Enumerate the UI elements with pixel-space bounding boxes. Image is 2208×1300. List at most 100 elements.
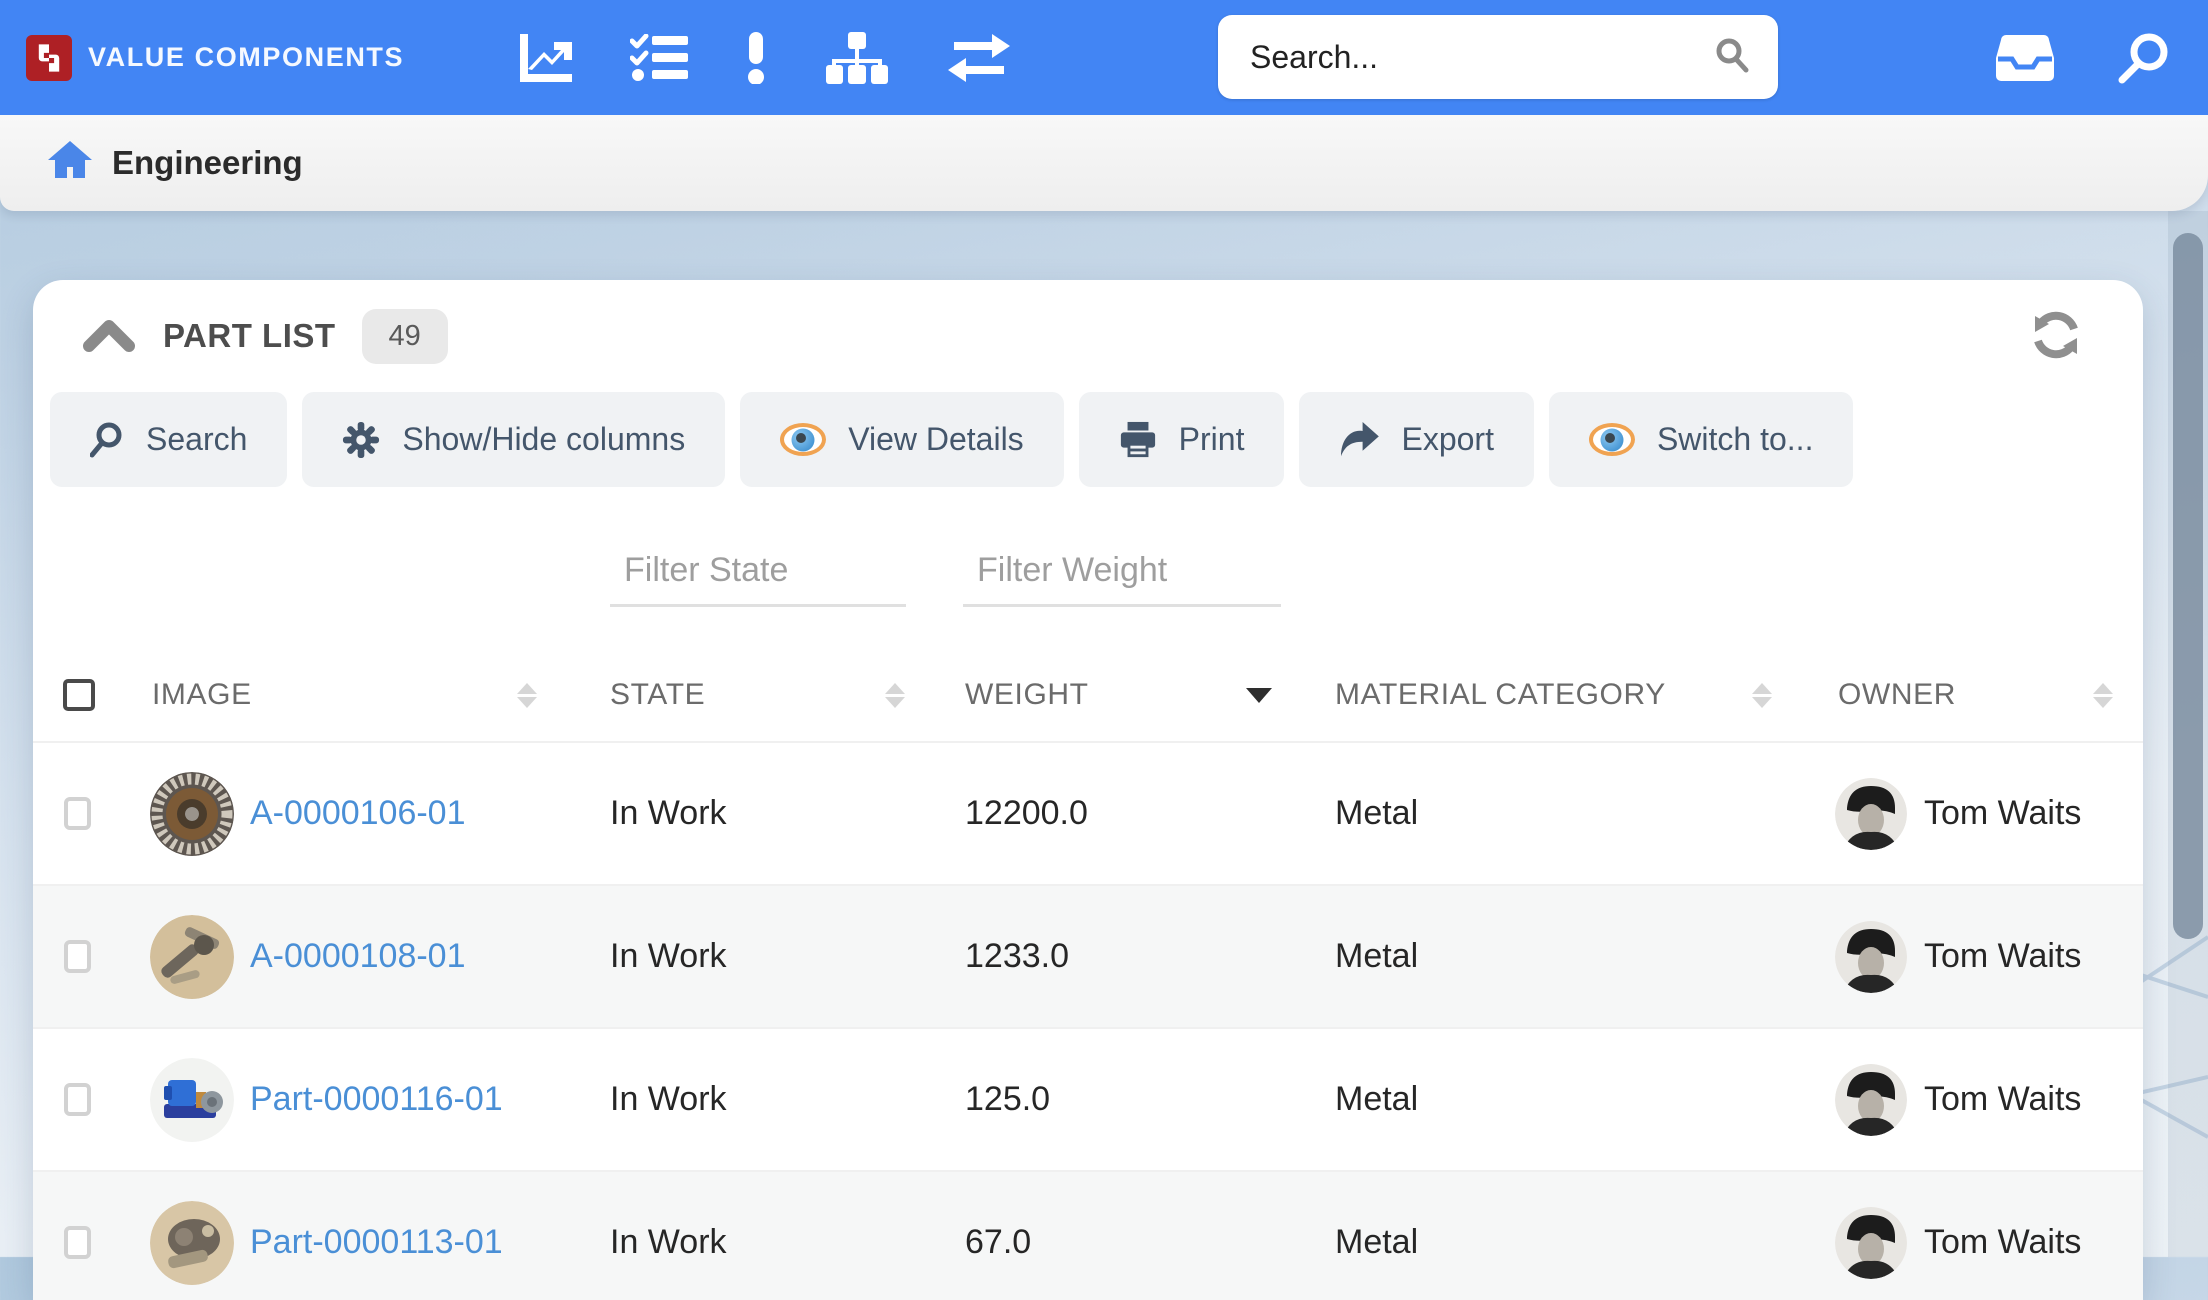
owner-avatar (1835, 1207, 1907, 1279)
chevron-up-icon[interactable] (83, 314, 135, 358)
panel-title: PART LIST (163, 317, 336, 355)
row-checkbox[interactable] (64, 797, 91, 830)
search-button[interactable]: Search (50, 392, 287, 487)
state-cell: In Work (575, 794, 935, 833)
table-row[interactable]: A-0000108-01 In Work 1233.0 Metal Tom Wa… (33, 884, 2143, 1027)
eye-icon (780, 423, 826, 456)
weight-cell: 1233.0 (935, 937, 1300, 976)
part-number-link[interactable]: Part-0000113-01 (250, 1223, 503, 1262)
part-thumbnail (150, 1058, 234, 1142)
button-label: Search (146, 421, 247, 458)
vertical-scrollbar[interactable] (2168, 211, 2208, 1257)
item-count-badge: 49 (362, 309, 448, 364)
inbox-icon[interactable] (1996, 35, 2054, 81)
exclamation-icon[interactable] (746, 32, 766, 84)
part-number-link[interactable]: A-0000106-01 (250, 794, 466, 833)
part-list-panel: PART LIST 49 Search (33, 280, 2143, 1300)
print-button[interactable]: Print (1079, 392, 1285, 487)
table-row[interactable]: A-0000106-01 In Work 12200.0 Metal Tom W… (33, 741, 2143, 884)
exchange-arrows-icon[interactable] (948, 34, 1010, 82)
export-arrow-icon (1339, 422, 1379, 458)
owner-name: Tom Waits (1924, 1223, 2081, 1262)
owner-name: Tom Waits (1924, 794, 2081, 833)
search-icon[interactable] (2118, 32, 2170, 84)
column-label: STATE (610, 678, 705, 712)
select-all-checkbox[interactable] (63, 679, 95, 711)
search-icon (90, 422, 124, 458)
export-button[interactable]: Export (1299, 392, 1533, 487)
table-row[interactable]: Part-0000116-01 In Work 125.0 Metal Tom … (33, 1027, 2143, 1170)
switch-to-button[interactable]: Switch to... (1549, 392, 1854, 487)
breadcrumb-item-label: Engineering (112, 144, 303, 182)
weight-cell: 125.0 (935, 1080, 1300, 1119)
chart-line-icon[interactable] (516, 32, 572, 84)
button-label: Switch to... (1657, 421, 1814, 458)
brand-name: VALUE COMPONENTS (88, 42, 404, 73)
refresh-icon[interactable] (2027, 306, 2085, 364)
table-row[interactable]: Part-0000113-01 In Work 67.0 Metal Tom W… (33, 1170, 2143, 1300)
button-label: Show/Hide columns (402, 421, 685, 458)
column-header-weight[interactable]: WEIGHT (935, 678, 1300, 712)
global-search-input[interactable] (1248, 38, 1714, 77)
filter-row (33, 539, 2143, 611)
sort-desc-icon[interactable] (1246, 688, 1272, 703)
column-header-material-category[interactable]: MATERIAL CATEGORY (1300, 678, 1800, 712)
topbar-tray (1996, 0, 2170, 115)
gear-icon (342, 421, 380, 459)
column-header-image[interactable]: IMAGE (120, 678, 575, 712)
column-header-owner[interactable]: OWNER (1800, 678, 2143, 712)
column-header-state[interactable]: STATE (575, 678, 935, 712)
eye-icon (1589, 423, 1635, 456)
row-checkbox[interactable] (64, 1226, 91, 1259)
state-cell: In Work (575, 1080, 935, 1119)
column-label: WEIGHT (965, 678, 1089, 712)
sort-icon[interactable] (885, 683, 905, 708)
sitemap-icon[interactable] (824, 32, 890, 84)
sort-icon[interactable] (1752, 683, 1772, 708)
sort-icon[interactable] (517, 683, 537, 708)
tasks-checklist-icon[interactable] (630, 34, 688, 82)
button-label: View Details (848, 421, 1023, 458)
filter-state-input[interactable] (610, 543, 906, 607)
view-details-button[interactable]: View Details (740, 392, 1063, 487)
printer-icon (1119, 421, 1157, 459)
column-label: OWNER (1838, 678, 1956, 712)
sort-icon[interactable] (2093, 683, 2113, 708)
top-bar: VALUE COMPONENTS (0, 0, 2208, 115)
brand-logo-icon[interactable] (26, 35, 72, 81)
material-category-cell: Metal (1300, 1223, 1800, 1262)
panel-toolbar: Search (33, 392, 2143, 487)
column-label: MATERIAL CATEGORY (1335, 678, 1666, 712)
weight-cell: 12200.0 (935, 794, 1300, 833)
state-cell: In Work (575, 937, 935, 976)
owner-avatar (1835, 1064, 1907, 1136)
button-label: Print (1179, 421, 1245, 458)
weight-cell: 67.0 (935, 1223, 1300, 1262)
part-number-link[interactable]: Part-0000116-01 (250, 1080, 503, 1119)
material-category-cell: Metal (1300, 937, 1800, 976)
part-thumbnail (150, 1201, 234, 1285)
button-label: Export (1401, 421, 1493, 458)
filter-weight-input[interactable] (963, 543, 1281, 607)
material-category-cell: Metal (1300, 1080, 1800, 1119)
owner-name: Tom Waits (1924, 1080, 2081, 1119)
breadcrumb-bar: Engineering (0, 115, 2208, 211)
material-category-cell: Metal (1300, 794, 1800, 833)
home-icon[interactable] (48, 141, 92, 186)
panel-header: PART LIST 49 (33, 280, 2143, 392)
row-checkbox[interactable] (64, 1083, 91, 1116)
column-label: IMAGE (152, 678, 252, 712)
vertical-scrollbar-thumb[interactable] (2173, 233, 2203, 939)
owner-avatar (1835, 778, 1907, 850)
global-search-box (1218, 15, 1778, 99)
row-checkbox[interactable] (64, 940, 91, 973)
table-header: IMAGE STATE WEIGHT MATERIAL CATEGORY OWN… (33, 649, 2143, 741)
breadcrumb[interactable]: Engineering (48, 141, 303, 186)
part-number-link[interactable]: A-0000108-01 (250, 937, 466, 976)
state-cell: In Work (575, 1223, 935, 1262)
search-icon[interactable] (1714, 37, 1750, 78)
show-hide-columns-button[interactable]: Show/Hide columns (302, 392, 725, 487)
part-thumbnail (150, 915, 234, 999)
part-thumbnail (150, 772, 234, 856)
main-nav (516, 32, 1010, 84)
